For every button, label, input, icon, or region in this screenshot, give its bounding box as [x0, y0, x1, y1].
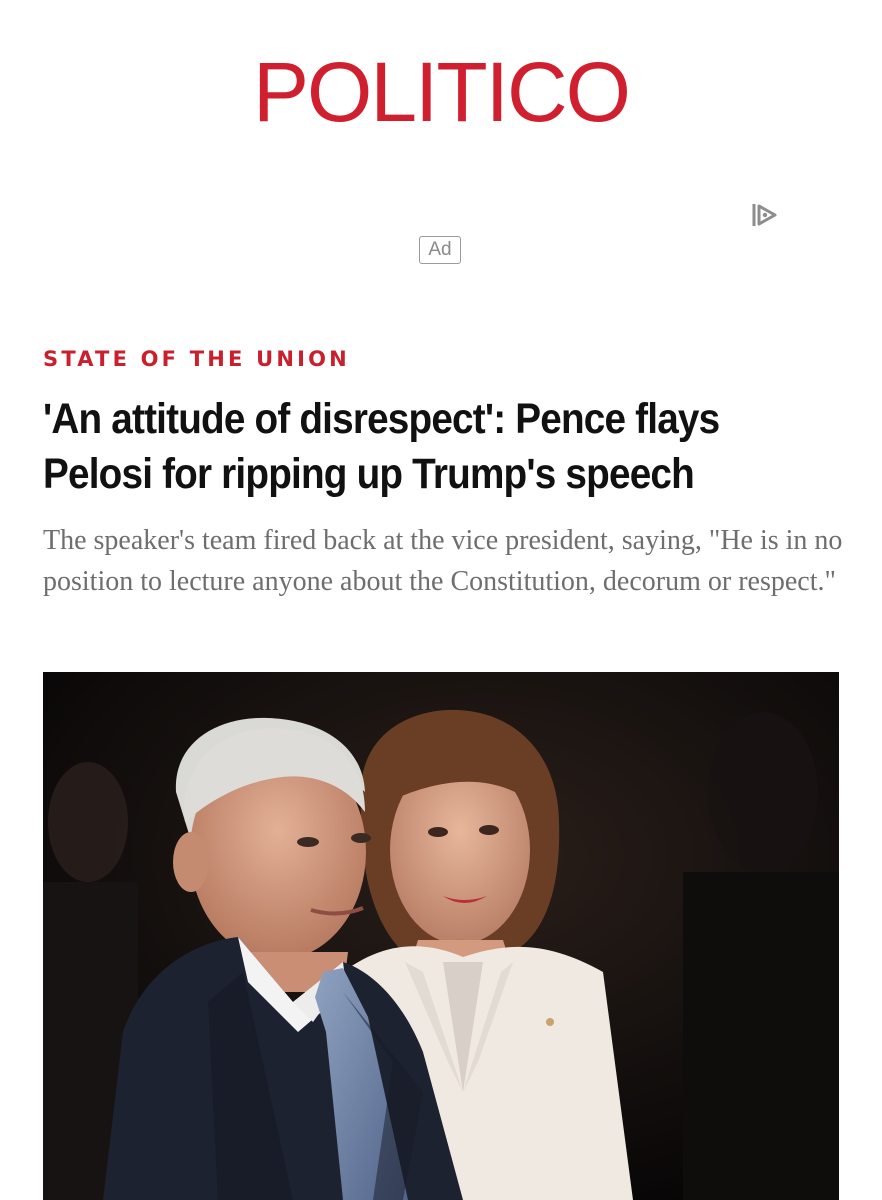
politico-logo[interactable]: POLITICO — [0, 50, 882, 134]
article-headline[interactable]: 'An attitude of disrespect': Pence flays… — [43, 392, 781, 502]
ad-label-badge: Ad — [419, 236, 461, 264]
section-kicker[interactable]: STATE OF THE UNION — [43, 344, 350, 374]
article-photo[interactable] — [43, 672, 839, 1200]
article-dek: The speaker's team fired back at the vic… — [43, 525, 843, 597]
adchoices-icon[interactable] — [750, 200, 780, 230]
photo-illustration — [43, 672, 839, 1200]
